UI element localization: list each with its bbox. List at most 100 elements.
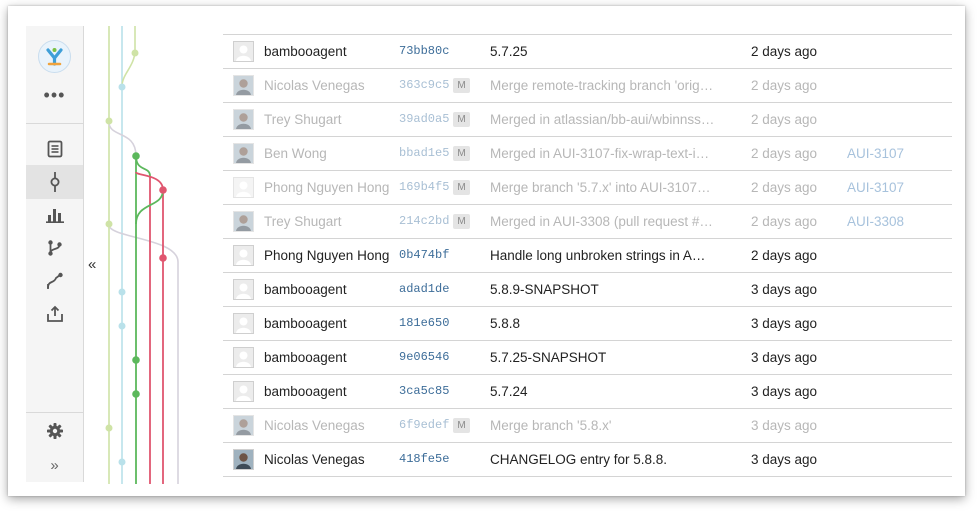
sidebar-item-stats[interactable] (26, 198, 83, 232)
commit-node-bbad1e5[interactable] (132, 152, 140, 160)
commit-author: Phong Nguyen Hong (264, 248, 390, 263)
commit-hash-link[interactable]: 0b474bf (399, 239, 449, 272)
merge-badge: M (453, 78, 470, 93)
commit-row[interactable]: bambooagent adad1de 5.8.9-SNAPSHOT 3 days a… (223, 273, 952, 307)
commit-message[interactable]: Merged in AUI-3107-fix-wrap-text-in-t... (490, 137, 715, 170)
avatar (233, 347, 254, 368)
commit-node-0b474bf[interactable] (159, 254, 167, 262)
commit-time: 3 days ago (751, 316, 818, 331)
sidebar-item-commits[interactable] (26, 165, 83, 199)
more-menu-button[interactable]: ••• (26, 86, 83, 104)
commit-author: bambooagent (264, 384, 347, 399)
commit-author: bambooagent (264, 350, 347, 365)
commit-message[interactable]: Merged in atlassian/bb-aui/wbinnssmi... (490, 103, 715, 136)
commit-row[interactable]: Phong Nguyen Hong 0b474bf Handle long unbr… (223, 239, 952, 273)
commit-graph (105, 26, 179, 484)
commit-row[interactable]: bambooagent 3ca5c85 5.7.24 3 days ago (223, 375, 952, 409)
commit-node-6f9edef[interactable] (105, 424, 113, 432)
commit-message[interactable]: 5.7.25 (490, 35, 715, 68)
commit-hash-link[interactable]: 3ca5c85 (399, 375, 449, 408)
commit-hash-link[interactable]: adad1de (399, 273, 449, 306)
commit-row[interactable]: bambooagent 181e650 5.8.8 3 days ago (223, 307, 952, 341)
commit-row[interactable]: Trey Shugart 214c2bd M Merged in AUI-3308 (… (223, 205, 952, 239)
avatar (233, 177, 254, 198)
commit-row[interactable]: Ben Wong bbad1e5 M Merged in AUI-3107-fix-w… (223, 137, 952, 171)
sidebar-item-branches[interactable] (26, 231, 83, 265)
source-icon (47, 140, 62, 158)
commit-hash-link[interactable]: 39ad0a5 (399, 103, 449, 136)
commit-node-9e06546[interactable] (132, 356, 140, 364)
sidebar-item-pull-requests[interactable] (26, 264, 83, 298)
commit-message[interactable]: 5.8.8 (490, 307, 715, 340)
merge-badge: M (453, 214, 470, 229)
atlassian-logo-icon[interactable] (38, 40, 71, 73)
merge-badge: M (453, 180, 470, 195)
commit-message[interactable]: 5.7.24 (490, 375, 715, 408)
commit-hash-link[interactable]: 73bb80c (399, 35, 449, 68)
commit-hash-link[interactable]: 363c9c5 (399, 69, 449, 102)
commit-message[interactable]: CHANGELOG entry for 5.8.8. (490, 443, 715, 476)
commit-node-73bb80c[interactable] (131, 49, 139, 57)
branch-tag-link[interactable]: AUI-3107 (847, 137, 904, 170)
commits-icon (50, 172, 59, 192)
commit-hash-link[interactable]: 181e650 (399, 307, 449, 340)
commit-time: 2 days ago (751, 214, 818, 229)
commit-hash-link[interactable]: bbad1e5 (399, 137, 449, 170)
commit-author: Phong Nguyen Hong (264, 180, 390, 195)
commit-time: 2 days ago (751, 248, 818, 263)
avatar (233, 415, 254, 436)
commit-row[interactable]: Nicolas Venegas 6f9edef M Merge branch '5.8… (223, 409, 952, 443)
commit-hash-link[interactable]: 418fe5e (399, 443, 449, 476)
commit-time: 2 days ago (751, 78, 818, 93)
merge-badge: M (453, 146, 470, 161)
avatar (233, 109, 254, 130)
commit-node-363c9c5[interactable] (118, 83, 126, 91)
commit-row[interactable]: Nicolas Venegas 363c9c5 M Merge remote-trac… (223, 69, 952, 103)
settings-button[interactable] (26, 414, 83, 448)
commit-node-418fe5e[interactable] (118, 458, 126, 466)
commit-row[interactable]: bambooagent 73bb80c 5.7.25 2 days ago (223, 35, 952, 69)
merge-badge: M (453, 112, 470, 127)
expand-sidebar-button[interactable]: » (26, 458, 83, 473)
sidebar-divider (26, 412, 83, 413)
sidebar-item-downloads[interactable] (26, 297, 83, 331)
commit-time: 3 days ago (751, 452, 818, 467)
commit-message[interactable]: Merge branch '5.7.x' into AUI-3107-fi... (490, 171, 715, 204)
commit-message[interactable]: Merge remote-tracking branch 'origin/... (490, 69, 715, 102)
commit-author: Trey Shugart (264, 214, 342, 229)
upload-icon (46, 305, 63, 322)
branch-tag-link[interactable]: AUI-3308 (847, 205, 904, 238)
commit-node-214c2bd[interactable] (105, 220, 113, 228)
commit-author: Ben Wong (264, 146, 327, 161)
commit-hash-link[interactable]: 169b4f5 (399, 171, 449, 204)
commit-node-39ad0a5[interactable] (105, 117, 113, 125)
commit-row[interactable]: Phong Nguyen Hong 169b4f5 M Merge branch '5… (223, 171, 952, 205)
branch-tag-link[interactable]: AUI-3107 (847, 171, 904, 204)
commit-message[interactable]: 5.7.25-SNAPSHOT (490, 341, 715, 374)
commit-time: 2 days ago (751, 44, 818, 59)
commit-row[interactable]: bambooagent 9e06546 5.7.25-SNAPSHOT 3 days … (223, 341, 952, 375)
commit-node-169b4f5[interactable] (159, 186, 167, 194)
commit-node-3ca5c85[interactable] (132, 390, 140, 398)
avatar (233, 211, 254, 232)
avatar (233, 41, 254, 62)
commit-message[interactable]: 5.8.9-SNAPSHOT (490, 273, 715, 306)
commit-time: 3 days ago (751, 350, 818, 365)
commit-row[interactable]: Trey Shugart 39ad0a5 M Merged in atlassian/… (223, 103, 952, 137)
commit-time: 3 days ago (751, 418, 818, 433)
commit-hash-link[interactable]: 214c2bd (399, 205, 449, 238)
gear-icon (46, 423, 63, 439)
sidebar-item-source[interactable] (26, 132, 83, 166)
commit-message[interactable]: Handle long unbroken strings in AUI ... (490, 239, 715, 272)
avatar (233, 381, 254, 402)
commit-hash-link[interactable]: 6f9edef (399, 409, 449, 442)
commit-message[interactable]: Merge branch '5.8.x' (490, 409, 715, 442)
collapse-graph-button[interactable]: « (88, 256, 96, 273)
commit-hash-link[interactable]: 9e06546 (399, 341, 449, 374)
commit-node-adad1de[interactable] (118, 288, 126, 296)
commit-row[interactable]: Nicolas Venegas 418fe5e CHANGELOG entry fo… (223, 443, 952, 477)
commit-message[interactable]: Merged in AUI-3308 (pull request #1... (490, 205, 715, 238)
avatar (233, 449, 254, 470)
avatar (233, 75, 254, 96)
commit-node-181e650[interactable] (118, 322, 126, 330)
